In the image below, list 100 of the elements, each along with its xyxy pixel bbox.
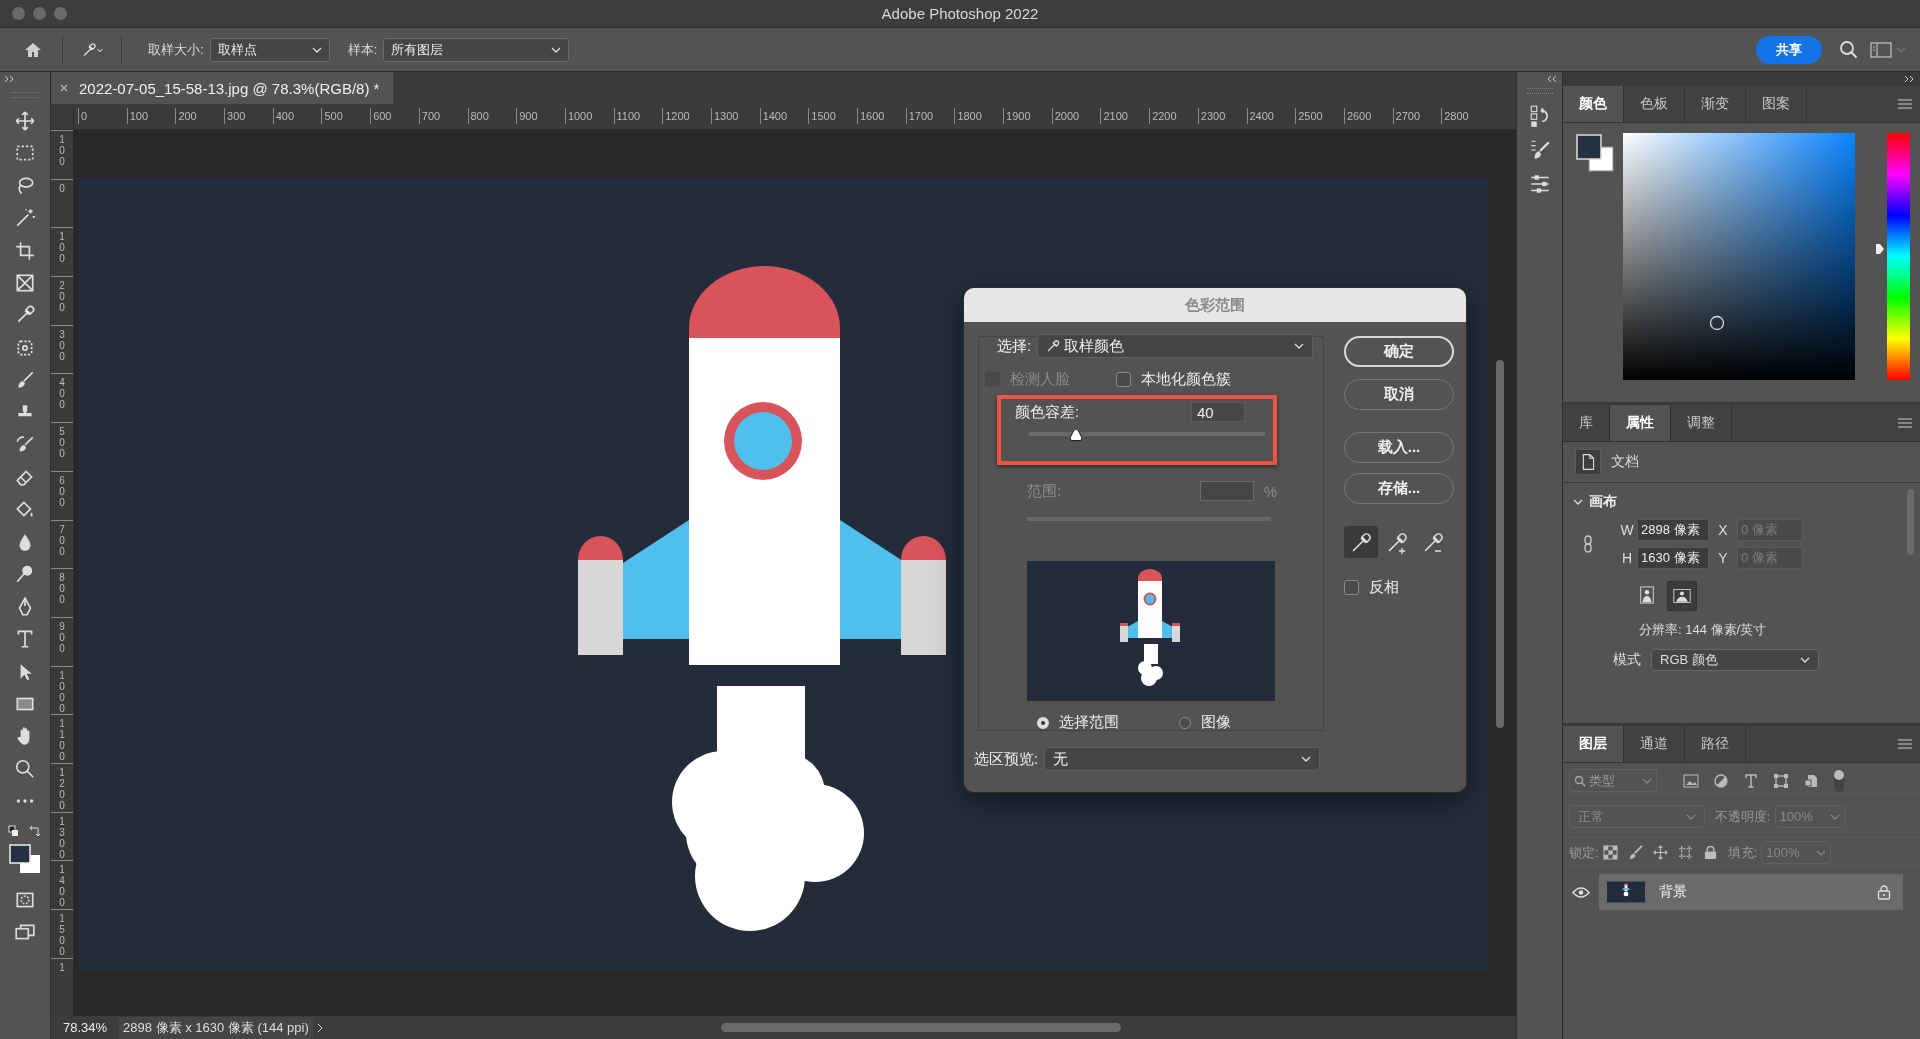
layer-row[interactable]: 背景 — [1599, 874, 1903, 910]
type-filter-icon[interactable] — [1743, 772, 1759, 789]
select-dropdown[interactable]: 取样颜色 — [1037, 334, 1314, 358]
radio-button[interactable]: 图像 — [1179, 713, 1231, 732]
scrollbar[interactable] — [1907, 489, 1914, 555]
share-button[interactable]: 共享 — [1756, 35, 1822, 64]
swap-colors-icon[interactable] — [8, 824, 42, 839]
panel-tab[interactable]: 通道 — [1624, 726, 1685, 762]
zoom-tool-icon[interactable] — [14, 757, 36, 780]
filter-toggle[interactable] — [1833, 768, 1845, 793]
brush-icon[interactable] — [1627, 845, 1643, 860]
ruler-label: 1400 — [762, 110, 788, 122]
dialog-button[interactable]: 取消 — [1344, 379, 1454, 410]
dialog-button[interactable]: 存储... — [1344, 473, 1454, 504]
hue-slider-handle[interactable] — [1875, 243, 1885, 256]
slider-thumb[interactable] — [1068, 428, 1085, 442]
lock-icon[interactable] — [1702, 845, 1718, 860]
panel-tab[interactable]: 色板 — [1624, 86, 1685, 122]
eyedropper-icon — [1046, 339, 1061, 353]
ruler-label: 500 — [324, 110, 343, 122]
history-panel-icon[interactable] — [1528, 104, 1551, 128]
smart-object-filter-icon[interactable] — [1803, 772, 1819, 789]
lock-label: 锁定: — [1569, 843, 1599, 862]
panel-tab[interactable]: 属性 — [1610, 405, 1671, 441]
ruler-label: 1700 — [908, 110, 934, 122]
scrollbar[interactable] — [1496, 360, 1504, 728]
fuzziness-field[interactable]: 40 — [1191, 402, 1245, 422]
adjustment-filter-icon[interactable] — [1713, 772, 1729, 789]
checkbox[interactable]: 本地化颜色簇 — [1116, 370, 1231, 389]
menu-icon[interactable] — [1898, 99, 1912, 109]
dialog-title: 色彩范围 — [1185, 295, 1245, 315]
panel-tab[interactable]: 渐变 — [1685, 86, 1746, 122]
ruler-label: 400 — [58, 377, 66, 413]
dimension-field[interactable]: 1630 像素 — [1637, 547, 1709, 569]
eyedropper-icon[interactable] — [1344, 526, 1378, 558]
sample-dropdown[interactable]: 所有图层 — [383, 37, 570, 62]
expand-icon[interactable] — [1904, 75, 1916, 83]
panel-tab[interactable]: 路径 — [1685, 726, 1746, 762]
ruler-label: 100 — [58, 134, 66, 169]
checkerboard-icon[interactable] — [1602, 845, 1618, 860]
crop-tool-icon[interactable] — [14, 239, 36, 262]
shape-filter-icon[interactable] — [1773, 772, 1789, 789]
brush-settings-icon[interactable] — [1528, 138, 1551, 162]
collapse-icon[interactable] — [1546, 75, 1558, 83]
ruler-label: 2300 — [1200, 110, 1226, 122]
canvas-section-header[interactable]: 画布 — [1573, 493, 1617, 511]
fill-label: 填充: — [1727, 843, 1758, 862]
panel-tab[interactable]: 颜色 — [1563, 86, 1624, 122]
scrollbar[interactable] — [721, 1023, 1121, 1032]
dialog-button[interactable]: 载入... — [1344, 432, 1454, 463]
range-label: 范围: — [1027, 481, 1062, 501]
ruler-label: 100 — [58, 231, 66, 267]
close-icon[interactable] — [59, 83, 69, 93]
expand-icon[interactable] — [4, 75, 16, 83]
hue-slider[interactable] — [1875, 133, 1910, 380]
sample-size-dropdown[interactable]: 取样点 — [209, 37, 330, 62]
dialog-button[interactable]: 确定 — [1344, 336, 1454, 367]
mode-label: 模式 — [1613, 651, 1641, 669]
mode-dropdown[interactable]: RGB 颜色 — [1651, 649, 1819, 671]
lock-icon[interactable] — [1877, 884, 1891, 900]
selection-preview-dropdown[interactable]: 无 — [1044, 747, 1321, 771]
move-icon[interactable] — [1652, 845, 1668, 860]
frame-tool-icon[interactable] — [14, 271, 36, 294]
ruler-label: 1200 — [58, 766, 66, 812]
ruler-label: 600 — [373, 110, 392, 122]
panel-tab[interactable]: 图层 — [1563, 726, 1624, 762]
panel-tab[interactable]: 图案 — [1746, 86, 1807, 122]
color-swatches-icon[interactable] — [1575, 133, 1615, 173]
color-swatches-icon[interactable] — [8, 842, 42, 875]
search-icon[interactable] — [1838, 39, 1860, 60]
panel-tab[interactable]: 调整 — [1671, 405, 1732, 441]
invert-checkbox[interactable]: 反相 — [1344, 578, 1399, 597]
chevron-icon[interactable] — [316, 1022, 323, 1033]
document-info[interactable]: 2898 像素 x 1630 像素 (144 ppi) — [119, 1016, 313, 1039]
image-filter-icon[interactable] — [1683, 772, 1699, 789]
ruler-label: 400 — [275, 110, 295, 122]
adjustments-icon[interactable] — [1528, 172, 1551, 196]
ruler-label: 700 — [421, 110, 441, 122]
artboard-icon[interactable] — [1677, 845, 1693, 860]
portrait-icon — [1638, 586, 1656, 604]
ruler-label: 300 — [58, 328, 66, 364]
move-tool-icon[interactable] — [14, 110, 36, 132]
menu-icon[interactable] — [1898, 739, 1912, 749]
ruler-label: 2600 — [1346, 110, 1372, 122]
document-tab[interactable]: 2022-07-05_15-58-13.jpg @ 78.3%(RGB/8) * — [51, 72, 394, 104]
ruler-label: 600 — [58, 474, 66, 510]
radio-button[interactable]: 选择范围 — [1037, 713, 1119, 732]
workspace-icon[interactable] — [1870, 39, 1892, 60]
ruler-label: 2800 — [1444, 110, 1469, 122]
layer-name: 背景 — [1659, 883, 1687, 901]
eye-icon[interactable] — [1572, 886, 1590, 898]
color-field[interactable] — [1623, 133, 1855, 380]
dimension-field[interactable]: 2898 像素 — [1637, 519, 1709, 541]
link-icon[interactable] — [1583, 535, 1593, 553]
menu-icon[interactable] — [1898, 418, 1912, 428]
ruler-label: 1400 — [58, 864, 66, 909]
color-picker-handle[interactable] — [1709, 315, 1725, 331]
landscape-button[interactable] — [1667, 581, 1697, 611]
caret-icon — [1800, 657, 1810, 663]
document-label: 文档 — [1611, 453, 1639, 471]
